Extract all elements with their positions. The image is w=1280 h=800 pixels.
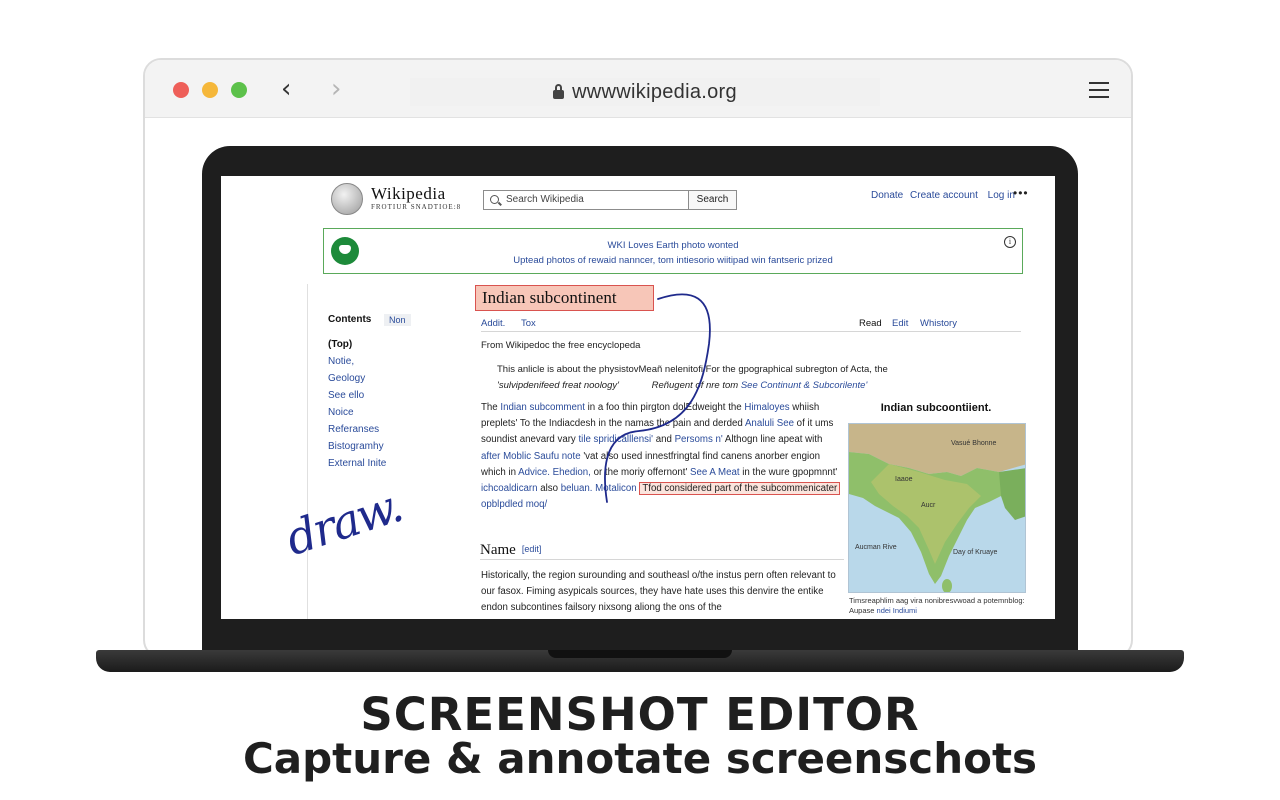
laptop-notch [548,650,732,658]
close-window-button[interactable] [173,82,189,98]
minimize-window-button[interactable] [202,82,218,98]
browser-toolbar: ‹ › wwwwikipedia.org [145,60,1131,118]
chevron-right-icon[interactable]: › [331,76,341,102]
address-bar[interactable]: wwwwikipedia.org [410,78,880,106]
promo-subline: Capture & annotate screenschots [242,734,1038,783]
lock-icon [553,84,565,99]
hamburger-menu-icon[interactable] [1089,82,1109,103]
pen-annotation-line [604,293,711,503]
laptop-screen: Wikipedia FROTIUR SNADTIOE:8 Search Wiki… [221,176,1055,619]
maximize-window-button[interactable] [231,82,247,98]
url-text: wwwwikipedia.org [572,81,737,103]
chevron-left-icon[interactable]: ‹ [281,76,291,102]
